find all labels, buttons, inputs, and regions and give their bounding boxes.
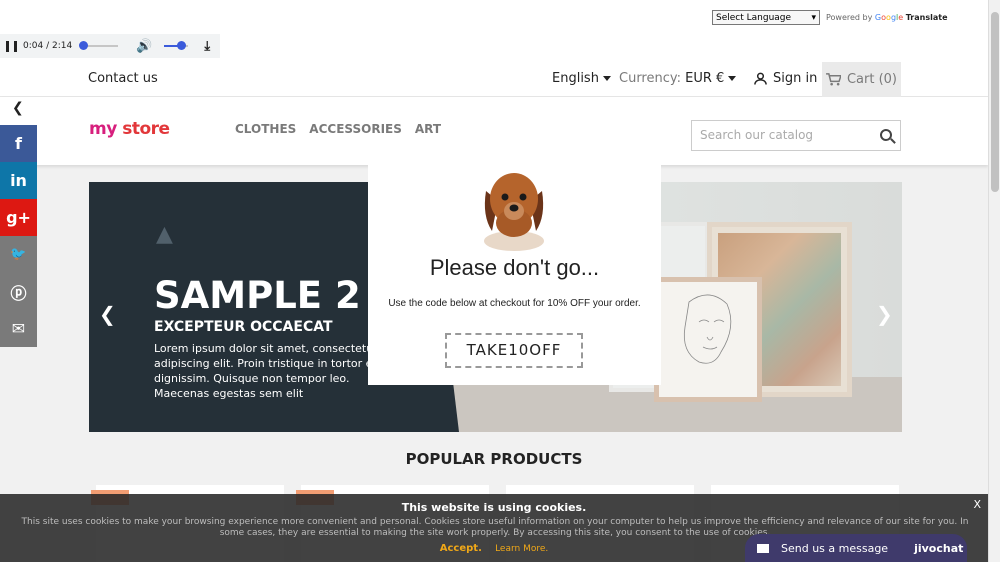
linkedin-glyph: in bbox=[10, 171, 27, 190]
cart-icon bbox=[826, 73, 841, 86]
powered-by: Powered by Google Translate bbox=[826, 13, 948, 22]
chevron-left-icon[interactable]: ❮ bbox=[12, 100, 24, 116]
menu-item-accessories[interactable]: ACCESSORIES bbox=[309, 122, 402, 136]
cookie-learn-more-link[interactable]: Learn More. bbox=[495, 544, 548, 554]
facebook-glyph: f bbox=[15, 134, 22, 153]
chat-brand: jivochat bbox=[914, 541, 964, 555]
volume-slider[interactable] bbox=[164, 41, 189, 50]
menu-item-clothes[interactable]: CLOTHES bbox=[235, 122, 296, 136]
hero-title: SAMPLE 2 bbox=[154, 274, 361, 317]
caret-down-icon bbox=[602, 76, 611, 81]
logo-part1: my bbox=[89, 119, 117, 139]
pinterest-icon[interactable]: ⓟ bbox=[0, 273, 37, 310]
chat-label: Send us a message bbox=[781, 541, 889, 555]
sign-in-link[interactable]: Sign in bbox=[754, 71, 817, 86]
translate-link[interactable]: Translate bbox=[906, 13, 948, 22]
store-logo[interactable]: my store bbox=[89, 119, 170, 139]
email-glyph: ✉ bbox=[11, 319, 26, 338]
language-dropdown[interactable]: English bbox=[552, 71, 611, 86]
search-placeholder: Search our catalog bbox=[700, 128, 814, 142]
top-strip: Select Language ▾ Powered by Google Tran… bbox=[0, 0, 988, 62]
logo-part2: store bbox=[122, 119, 170, 139]
hero-subtitle: EXCEPTEUR OCCAECAT bbox=[154, 319, 333, 335]
slider-next-icon[interactable]: ❯ bbox=[876, 302, 893, 326]
linkedin-icon[interactable]: in bbox=[0, 162, 37, 199]
facebook-icon[interactable]: f bbox=[0, 125, 37, 162]
googleplus-glyph: g+ bbox=[6, 208, 31, 227]
close-icon[interactable]: X bbox=[973, 498, 981, 511]
page-scrollbar[interactable] bbox=[988, 0, 1000, 562]
popup-text: Use the code below at checkout for 10% O… bbox=[388, 298, 641, 309]
language-select[interactable]: Select Language ▾ bbox=[712, 10, 820, 25]
currency-dropdown[interactable]: Currency: EUR € bbox=[619, 71, 737, 86]
user-icon bbox=[754, 72, 767, 85]
download-icon[interactable]: ⤓ bbox=[204, 39, 210, 54]
audio-time: 0:04 / 2:14 bbox=[23, 41, 73, 51]
popup-title: Please don't go... bbox=[429, 255, 600, 280]
email-icon[interactable]: ✉ bbox=[0, 310, 37, 347]
search-icon[interactable] bbox=[880, 129, 892, 141]
currency-value: EUR € bbox=[685, 71, 725, 86]
main-menu: CLOTHES ACCESSORIES ART bbox=[235, 122, 441, 136]
hero-text: Lorem ipsum dolor sit amet, consectetur … bbox=[154, 342, 378, 400]
envelope-icon bbox=[757, 543, 769, 553]
google-translate: Select Language ▾ Powered by Google Tran… bbox=[712, 10, 948, 25]
audio-progress-slider[interactable] bbox=[79, 41, 119, 50]
pause-icon[interactable] bbox=[6, 40, 17, 52]
search-input[interactable]: Search our catalog bbox=[691, 120, 901, 151]
sign-in-label: Sign in bbox=[773, 71, 818, 86]
cart-button[interactable]: Cart (0) bbox=[822, 62, 901, 97]
googleplus-icon[interactable]: g+ bbox=[0, 199, 37, 236]
google-logo: Google bbox=[875, 13, 903, 22]
social-share-bar: f in g+ 🐦 ⓟ ✉ bbox=[0, 125, 37, 347]
puppy-image bbox=[484, 173, 544, 251]
exit-intent-popup: Please don't go... Use the code below at… bbox=[368, 145, 661, 385]
twitter-glyph: 🐦 bbox=[10, 247, 27, 262]
header-nav: Contact us English Currency: EUR € Sign … bbox=[0, 62, 988, 97]
twitter-icon[interactable]: 🐦 bbox=[0, 236, 37, 273]
currency-label: Currency: bbox=[619, 71, 682, 86]
popular-products-title: POPULAR PRODUCTS bbox=[405, 450, 583, 468]
contact-us-link[interactable]: Contact us bbox=[88, 71, 158, 86]
cookie-title: This website is using cookies. bbox=[401, 501, 587, 514]
pinterest-glyph: ⓟ bbox=[10, 283, 27, 303]
brand-mark-icon: ▲ bbox=[156, 222, 173, 247]
chat-widget[interactable]: Send us a message jivochat bbox=[745, 534, 967, 562]
powered-prefix: Powered by bbox=[826, 13, 873, 22]
g6: e bbox=[898, 13, 904, 22]
menu-item-art[interactable]: ART bbox=[415, 122, 441, 136]
cookie-accept-link[interactable]: Accept. bbox=[440, 543, 482, 554]
language-label: English bbox=[552, 71, 599, 86]
slider-prev-icon[interactable]: ❮ bbox=[99, 302, 116, 326]
select-arrow-icon: ▾ bbox=[811, 12, 816, 23]
coupon-code[interactable]: TAKE10OFF bbox=[445, 333, 583, 368]
language-select-label: Select Language bbox=[716, 12, 792, 23]
scrollbar-thumb[interactable] bbox=[991, 12, 999, 192]
volume-icon[interactable]: 🔊 bbox=[136, 39, 152, 54]
cart-label: Cart (0) bbox=[846, 72, 898, 87]
caret-down-icon bbox=[728, 76, 737, 81]
sketch-frame-image bbox=[654, 277, 762, 402]
audio-player: 0:04 / 2:14 🔊 ⤓ bbox=[0, 34, 220, 58]
